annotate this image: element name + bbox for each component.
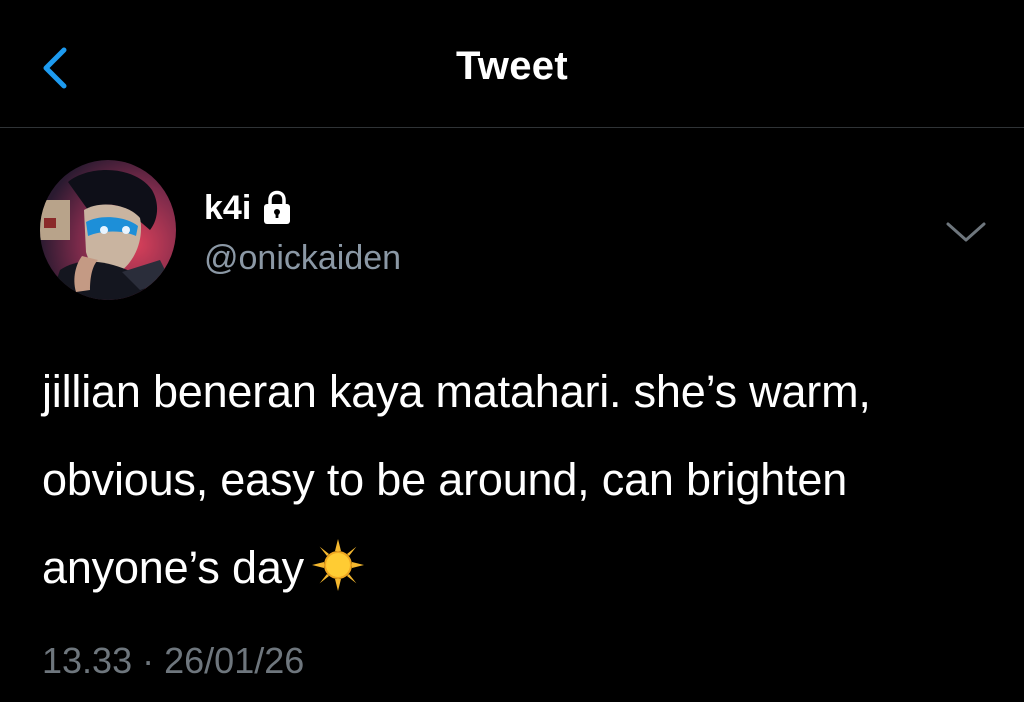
author-display-name[interactable]: k4i (204, 186, 251, 230)
top-nav-bar: Tweet (0, 0, 1024, 128)
tweet-timestamp[interactable]: 13.33 · 26/01/26 (42, 636, 304, 686)
lock-icon (261, 190, 293, 226)
tweet-date: 26/01/26 (164, 640, 305, 681)
tweet-text-container: jillian beneran kaya matahari. she’s war… (42, 348, 992, 612)
sun-icon (310, 537, 366, 593)
author-name-row: k4i (204, 186, 293, 230)
page-title: Tweet (456, 44, 568, 88)
avatar[interactable] (40, 160, 176, 300)
author-handle[interactable]: @onickaiden (204, 236, 401, 280)
tweet-text: jillian beneran kaya matahari. she’s war… (42, 366, 871, 593)
tweet-time: 13.33 (42, 640, 133, 681)
timestamp-separator: · (142, 640, 155, 681)
tweet-detail-screen: Tweet k4i @onickaiden jillian beneran ka… (0, 0, 1024, 702)
avatar-image (40, 160, 176, 300)
chevron-down-icon (946, 222, 986, 242)
tweet-menu-button[interactable] (944, 216, 988, 246)
